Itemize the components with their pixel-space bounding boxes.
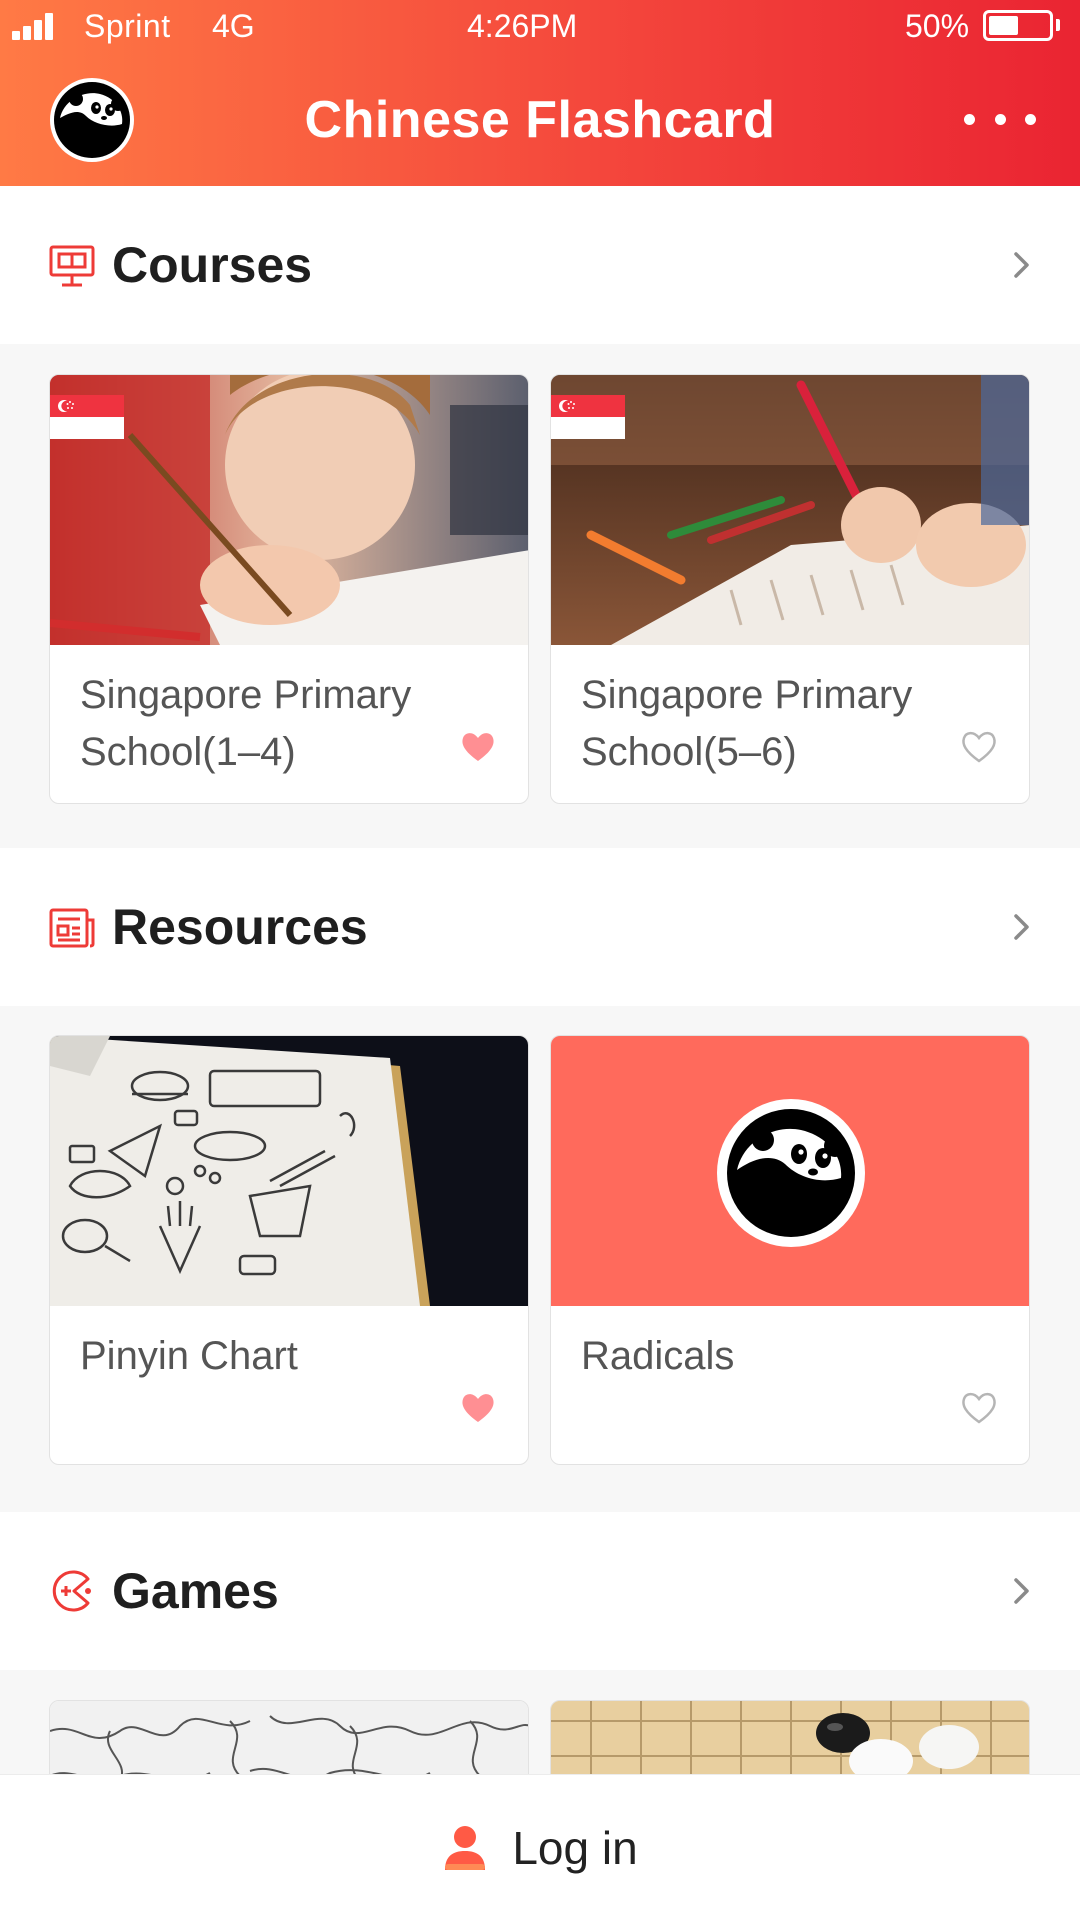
course-card-title: Singapore Primary School(5–6)	[581, 673, 913, 774]
carrier-name: Sprint	[84, 8, 171, 44]
section-title-resources: Resources	[112, 899, 368, 955]
course-card[interactable]: Singapore Primary School(5–6)	[550, 374, 1030, 804]
courses-section-header[interactable]: Courses	[0, 186, 1080, 344]
newspaper-icon	[49, 908, 95, 948]
network-type: 4G	[212, 8, 255, 44]
chevron-right-icon[interactable]	[1008, 250, 1034, 280]
chevron-right-icon[interactable]	[1008, 912, 1034, 942]
presentation-board-icon	[49, 245, 95, 287]
heart-outline-icon[interactable]	[961, 1391, 997, 1425]
more-dots-icon[interactable]	[964, 104, 1036, 134]
login-button[interactable]: Log in	[442, 1821, 638, 1875]
resource-card[interactable]: Pinyin Chart	[49, 1035, 529, 1465]
heart-filled-icon[interactable]	[460, 1391, 496, 1425]
resource-image-sketchbook	[50, 1036, 528, 1306]
resource-card-title: Pinyin Chart	[80, 1334, 298, 1378]
resource-card-title: Radicals	[581, 1334, 735, 1378]
status-bar: Sprint 4G 4:26PM 50%	[0, 0, 1080, 50]
login-bar[interactable]: Log in	[0, 1774, 1080, 1920]
gamepad-icon	[52, 1570, 91, 1612]
course-card[interactable]: Singapore Primary School(1–4)	[49, 374, 529, 804]
signal-strength-icon	[12, 12, 62, 40]
heart-filled-icon[interactable]	[460, 730, 496, 764]
battery-percentage: 50%	[905, 8, 970, 44]
resource-card[interactable]: Radicals	[550, 1035, 1030, 1465]
chevron-right-icon[interactable]	[1008, 1576, 1034, 1606]
battery-icon	[983, 10, 1053, 41]
app-header: Sprint 4G 4:26PM 50% Chinese Flashcard	[0, 0, 1080, 186]
status-time: 4:26PM	[467, 8, 578, 44]
section-title-courses: Courses	[112, 237, 313, 293]
section-title-games: Games	[112, 1563, 279, 1619]
resources-section-header[interactable]: Resources	[0, 848, 1080, 1006]
user-icon	[445, 1825, 486, 1870]
battery-tip	[1056, 19, 1060, 31]
games-section-header[interactable]: Games	[0, 1512, 1080, 1670]
login-label: Log in	[512, 1821, 638, 1874]
app-title: Chinese Flashcard	[304, 91, 776, 149]
singapore-flag-icon	[50, 395, 124, 439]
battery-level-fill	[989, 16, 1018, 35]
resource-image-panda-logo	[551, 1036, 1029, 1306]
course-card-title: Singapore Primary School(1–4)	[80, 673, 412, 774]
heart-outline-icon[interactable]	[961, 730, 997, 764]
singapore-flag-icon	[551, 395, 625, 439]
